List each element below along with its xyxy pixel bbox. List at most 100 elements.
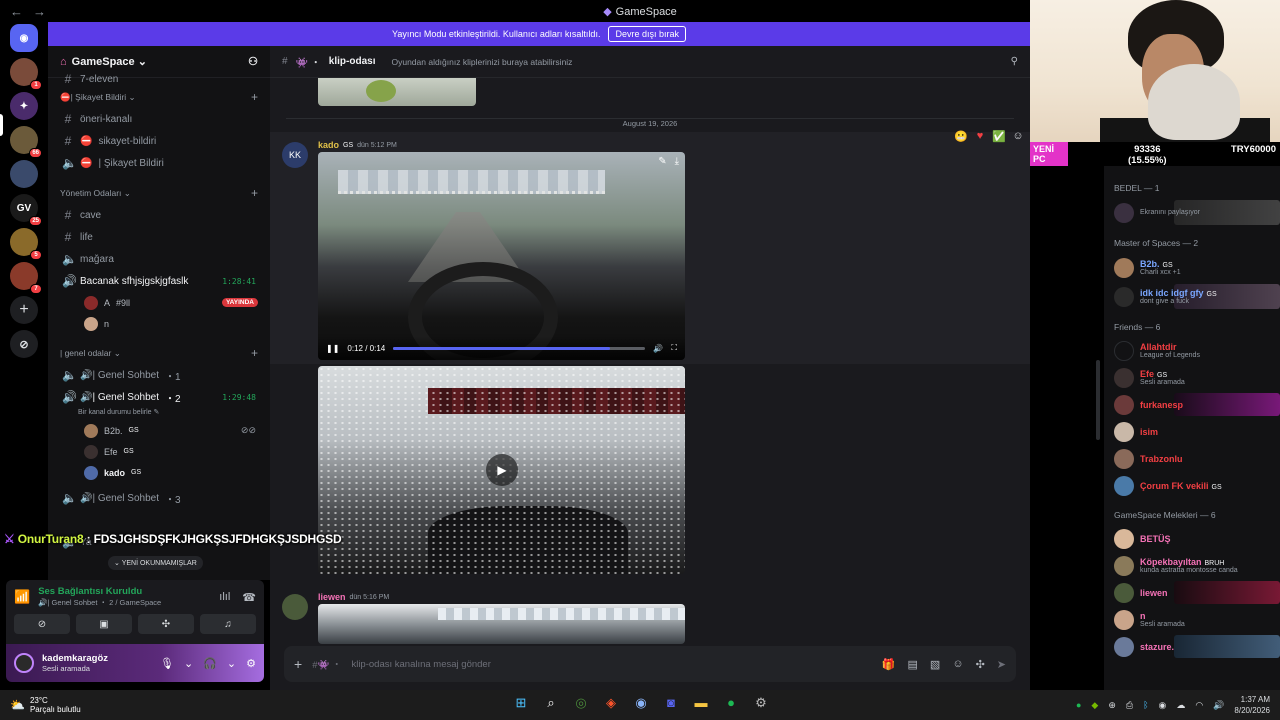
voice-channel-genel-3[interactable]: 🔈 🔊| Genel Sohbet ・3 [56,487,262,509]
channel-cave[interactable]: # cave [56,204,262,226]
edit-pencil-icon[interactable]: ✎ [658,156,666,167]
voice-user[interactable]: kado GS [56,462,262,483]
member-item[interactable]: Trabzonlu [1114,445,1274,472]
voice-channel-bacanak[interactable]: 🔊 Bacanak sfhjsjgskjgfaslk 1:28:41 [56,270,262,292]
disconnect-icon[interactable]: ☎ [242,591,256,604]
voice-channel-genel-1[interactable]: 🔈 🔊| Genel Sohbet ・1 [56,364,262,386]
gift-icon[interactable]: 🎁 [882,658,896,671]
message-input[interactable]: klip-odası kanalına mesaj gönder [351,659,490,670]
member-item[interactable]: BETÜŞ [1114,525,1274,552]
member-item[interactable]: Efe GS Sesli aramada [1114,364,1274,391]
pause-icon[interactable]: ❚❚ [326,344,339,353]
play-icon[interactable]: ▶ [486,454,518,486]
invite-people-icon[interactable]: ⚇ [248,55,258,68]
video-attachment[interactable]: ✎ ⤓ ❚❚ 0:12 / 0:14 🔊 ⛶ [318,152,685,360]
server-icon[interactable]: 1 [10,58,42,90]
sticker-icon[interactable]: ▧ [930,658,940,671]
member-item[interactable]: liewen [1114,579,1280,606]
add-channel-icon[interactable]: + [251,346,258,360]
download-icon[interactable]: ⤓ [675,156,679,167]
send-icon[interactable]: ➤ [997,658,1006,671]
search-icon[interactable]: ⌕ [542,695,560,711]
voice-user[interactable]: n [56,313,262,334]
channel-status-hint[interactable]: Bir kanal durumu belirle ✎ [56,408,262,420]
microphone-icon[interactable]: 🎙 [160,657,174,670]
server-icon[interactable]: 7 [10,262,42,294]
brave-browser-icon[interactable]: ◈ [602,695,620,711]
add-server-icon[interactable]: + [10,296,38,324]
headphones-icon[interactable]: 🎧 [203,657,217,670]
settings-gear-icon[interactable]: ⚙ [246,657,256,670]
pin-icon[interactable]: ⚲ [1011,56,1018,67]
spotify-icon[interactable]: ● [722,695,740,711]
message-author[interactable]: liewen [318,592,346,602]
xbox-icon[interactable]: ◎ [572,695,590,711]
soundboard-button[interactable]: ♫ [200,614,256,634]
wifi-icon[interactable]: ◠ [1195,700,1203,711]
avatar[interactable] [14,653,34,673]
user-name[interactable]: kademkaragöz [42,653,108,664]
direct-messages-button[interactable]: ◉ [10,24,38,52]
explore-compass-icon[interactable]: ⊘ [10,330,38,358]
add-reaction-icon[interactable]: ☺ [1010,128,1026,144]
image-attachment[interactable] [318,78,476,106]
apps-icon[interactable]: ✣ [976,658,985,671]
weather-widget[interactable]: ⛅ 23°C Parçalı bulutlu [10,696,81,714]
member-item[interactable]: Allahtdir League of Legends [1114,337,1274,364]
video-seek-bar[interactable] [393,346,646,350]
member-item[interactable]: Köpekbayıltan BRUH kunda astratta montosse… [1114,552,1274,579]
signal-icon[interactable]: 📶 [14,589,30,605]
member-item[interactable]: isim [1114,418,1274,445]
app-icon[interactable]: ⚙ [752,695,770,711]
message-author[interactable]: kado [318,140,339,150]
nvidia-icon[interactable]: ◆ [1091,700,1098,711]
activities-button[interactable]: ✣ [138,614,194,634]
channel-7-eleven[interactable]: #7-eleven [56,72,262,86]
channel-life[interactable]: # life [56,226,262,248]
category-sikayet[interactable]: ⛔| Şikayet Bildiri ⌄ + [56,86,262,108]
spotify-tray-icon[interactable]: ● [1076,700,1081,710]
server-icon[interactable] [10,160,38,188]
screen-share-button[interactable]: ▣ [76,614,132,634]
discord-icon[interactable]: ◙ [662,695,680,711]
member-item[interactable]: Çorum FK vekili GS [1114,472,1274,499]
disable-streamer-mode-button[interactable]: Devre dışı bırak [608,26,686,42]
voice-connection-title[interactable]: Ses Bağlantısı Kuruldu [38,586,161,597]
channel-magara[interactable]: 🔈 mağara [56,248,262,270]
usb-icon[interactable]: ⎙ [1126,700,1133,711]
camera-off-button[interactable]: ⊘ [14,614,70,634]
member-item[interactable]: n Sesli aramada [1114,606,1274,633]
new-unreads-pill[interactable]: ⌄ YENİ OKUNMAMIŞLAR [108,556,203,570]
server-icon[interactable]: GV 25 [10,194,42,226]
steam-tray-icon[interactable]: ◉ [1158,700,1166,711]
steam-icon[interactable]: ◉ [632,695,650,711]
avatar[interactable] [282,594,308,620]
voice-user[interactable]: A #9ll YAYINDA [56,292,262,313]
chevron-down-icon[interactable]: ⌄ [227,657,236,670]
clock[interactable]: 1:37 AM 8/20/2026 [1234,694,1270,716]
voice-user[interactable]: Efe GS [56,441,262,462]
voice-connection-channel[interactable]: 🔊| Genel Sohbet ・ 2 / GameSpace [38,597,161,608]
server-icon[interactable]: 5 [10,228,42,260]
member-item[interactable]: idk idc idgf gfy GS dont give a fuck [1114,282,1280,311]
message-list[interactable]: August 19, 2026 😬 ♥ ✅ ☺ KK kado GS dün 5… [270,78,1030,646]
fullscreen-icon[interactable]: ⛶ [671,343,677,353]
heart-reaction-icon[interactable]: ♥ [972,128,988,144]
video-attachment[interactable] [318,604,685,644]
windows-start-icon[interactable]: ⊞ [512,695,530,711]
channel-sikayet-voice[interactable]: 🔈 ⛔ | Şikayet Bildiri [56,152,262,174]
voice-user[interactable]: B2b. GS ⊘⊘ [56,420,262,441]
noise-suppression-icon[interactable]: ılıl [219,591,230,604]
channel-topic[interactable]: Oyundan aldığınız kliplerinizi buraya at… [391,57,572,67]
gif-icon[interactable]: ▤ [908,658,918,671]
member-item[interactable]: Ekranını paylaşıyor [1114,198,1280,227]
volume-icon[interactable]: 🔊 [653,344,663,353]
category-genel[interactable]: | genel odalar ⌄ + [56,342,262,364]
bluetooth-icon[interactable]: ᛒ [1143,700,1148,710]
volume-tray-icon[interactable]: 🔊 [1213,700,1224,711]
file-explorer-icon[interactable]: ▬ [692,695,710,711]
chat-scrollbar[interactable] [1096,360,1100,440]
chevron-down-icon[interactable]: ⌄ [184,657,193,670]
server-icon[interactable]: ✦ [10,92,38,120]
server-icon[interactable]: 66 [10,126,42,158]
